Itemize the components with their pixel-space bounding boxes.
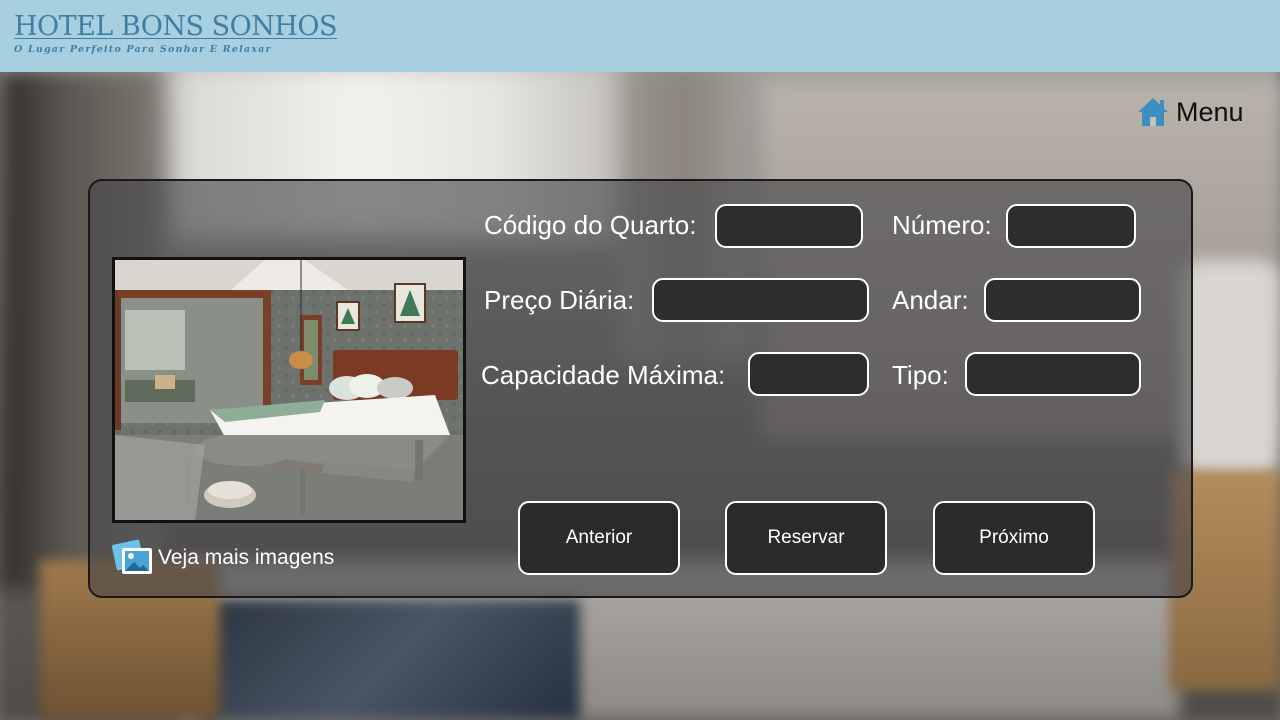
next-button[interactable]: Próximo: [933, 501, 1095, 575]
type-label: Tipo:: [892, 360, 949, 390]
number-label: Número:: [892, 210, 992, 240]
logo-title: HOTEL BONS SONHOS: [14, 11, 338, 42]
floor-input[interactable]: [984, 278, 1141, 322]
type-input[interactable]: [965, 352, 1141, 396]
number-input[interactable]: [1006, 204, 1136, 248]
logo-tagline: O Lugar Perfeito Para Sonhar E Relaxar: [14, 44, 272, 55]
room-details-panel: Veja mais imagens Código do Quarto: Núme…: [88, 179, 1193, 598]
room-photo: [112, 257, 466, 523]
header-bar: HOTEL BONS SONHOS O Lugar Perfeito Para …: [0, 0, 1280, 72]
max-capacity-input[interactable]: [748, 352, 869, 396]
more-images-link[interactable]: Veja mais imagens: [112, 538, 334, 578]
previous-button[interactable]: Anterior: [518, 501, 680, 575]
room-code-label: Código do Quarto:: [484, 210, 697, 240]
hotel-logo[interactable]: HOTEL BONS SONHOS O Lugar Perfeito Para …: [14, 11, 338, 56]
daily-price-input[interactable]: [652, 278, 869, 322]
menu-label: Menu: [1176, 96, 1244, 127]
max-capacity-label: Capacidade Máxima:: [481, 360, 726, 390]
home-icon: [1138, 98, 1168, 126]
floor-label: Andar:: [892, 285, 969, 315]
more-images-label: Veja mais imagens: [158, 546, 335, 569]
daily-price-label: Preço Diária:: [484, 285, 635, 315]
images-icon: [112, 539, 152, 574]
room-code-input[interactable]: [715, 204, 863, 248]
menu-button[interactable]: Menu: [1136, 95, 1244, 129]
reserve-button[interactable]: Reservar: [725, 501, 887, 575]
